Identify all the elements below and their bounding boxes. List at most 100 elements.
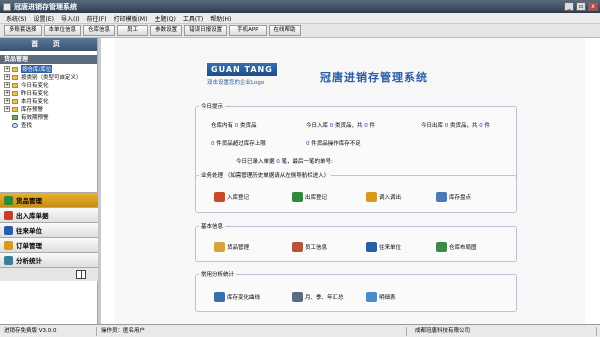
- module-inout-docs[interactable]: 出入库单据: [0, 207, 98, 222]
- info-unit: 类货品: [240, 123, 257, 129]
- company-logo[interactable]: GUAN TANG 双击设置您的企业Logo: [207, 63, 287, 93]
- expand-icon[interactable]: +: [4, 106, 10, 112]
- expand-icon[interactable]: +: [4, 98, 10, 104]
- tree-item-stock-warning[interactable]: + 库存预警: [0, 105, 97, 113]
- window-controls: _ ▫ x: [564, 2, 598, 11]
- tree-item-today-changes[interactable]: + 今日有变化: [0, 81, 97, 89]
- warehouse-info-button[interactable]: 仓库信息: [83, 25, 116, 36]
- stocktake-button[interactable]: 库存盘点: [436, 192, 471, 202]
- info-unit: 笔，最后一笔的单号:: [281, 159, 333, 165]
- module-analysis[interactable]: 分析统计: [0, 252, 98, 267]
- action-label: 月、季、年汇总: [305, 295, 344, 301]
- goods-icon: [4, 195, 13, 205]
- toolbar: 多账套选择 本单位信息 仓库信息 员工 参数设置 错误日报设置 手机APP 在线…: [0, 24, 600, 38]
- accordion-footer: [0, 267, 98, 281]
- list-icon: [292, 292, 303, 302]
- folder-icon: [12, 106, 18, 112]
- expand-icon[interactable]: +: [4, 66, 10, 72]
- expand-icon[interactable]: +: [4, 90, 10, 96]
- tree-item-by-warehouse[interactable]: + 按仓库/库位: [0, 65, 97, 73]
- search-icon: [12, 122, 18, 128]
- transfer-icon: [366, 192, 377, 202]
- tree-item-label: 查找: [21, 123, 33, 129]
- tree-item-search[interactable]: 查找: [0, 121, 97, 129]
- stocktake-icon: [436, 192, 447, 202]
- dashboard: GUAN TANG 双击设置您的企业Logo 冠唐进销存管理系统 今日提示 仓库…: [115, 38, 585, 324]
- documents-icon: [4, 210, 13, 220]
- module-label: 出入库单据: [16, 212, 49, 220]
- menu-goto[interactable]: 前往(F): [86, 14, 106, 23]
- menu-settings[interactable]: 设置(E): [34, 14, 54, 23]
- restore-button[interactable]: ▫: [576, 2, 586, 11]
- module-partners[interactable]: 往来单位: [0, 222, 98, 237]
- staff-info-button[interactable]: 员工信息: [292, 242, 327, 252]
- info-unit: 件: [369, 123, 376, 129]
- menu-tools[interactable]: 工具(T): [183, 14, 203, 23]
- grid-view-icon[interactable]: [76, 270, 86, 279]
- period-summary-button[interactable]: 月、季、年汇总: [292, 292, 344, 302]
- tree-item-yesterday-changes[interactable]: + 昨日有变化: [0, 89, 97, 97]
- expand-icon[interactable]: +: [4, 74, 10, 80]
- window-title: 冠唐进销存管理系统: [14, 2, 77, 11]
- tree-item-label: 今日有变化: [21, 83, 49, 89]
- over-limit-row[interactable]: 0 件货品超过库存上限: [211, 139, 266, 147]
- transfer-button[interactable]: 调入调出: [366, 192, 401, 202]
- company-info-button[interactable]: 本单位信息: [43, 25, 82, 36]
- warehouse-layout-button[interactable]: 仓库布局图: [436, 242, 477, 252]
- module-label: 分析统计: [16, 257, 42, 265]
- partners-button[interactable]: 往来单位: [366, 242, 401, 252]
- menu-help[interactable]: 帮助(H): [210, 14, 231, 23]
- outbound-register-button[interactable]: 出库登记: [292, 192, 327, 202]
- menu-system[interactable]: 系统(S): [6, 14, 27, 23]
- home-tab[interactable]: 首 页: [0, 38, 97, 51]
- inbound-register-button[interactable]: 入库登记: [214, 192, 249, 202]
- menu-print-template[interactable]: 打印模板(M): [114, 14, 148, 23]
- online-help-button[interactable]: 在线帮助: [268, 25, 301, 36]
- under-stock-row[interactable]: 0 件货品操作库存不足: [306, 139, 361, 147]
- outbound-item-count: 0: [479, 123, 483, 129]
- staff-button[interactable]: 员工: [117, 25, 149, 36]
- tree-item-label: 昨日有变化: [21, 91, 49, 97]
- tree-item-label: 本月有变化: [21, 99, 49, 105]
- module-accordion: 货品管理 出入库单据 往来单位 订单管理 分析统计: [0, 192, 98, 281]
- tree-item-expiry-warning[interactable]: 有效期预警: [0, 113, 97, 121]
- menu-bar: 系统(S) 设置(E) 导入(I) 前往(F) 打印模板(M) 主题(Q) 工具…: [0, 13, 600, 24]
- outbound-category-count: 0: [444, 123, 449, 129]
- folder-icon: [12, 98, 18, 104]
- close-button[interactable]: x: [588, 2, 598, 11]
- info-label: 仓库内有: [211, 123, 234, 129]
- parameters-button[interactable]: 参数设置: [150, 25, 183, 36]
- action-label: 库存变化曲线: [227, 295, 261, 301]
- action-label: 明细表: [379, 295, 396, 301]
- account-set-button[interactable]: 多账套选择: [4, 25, 42, 36]
- tree-item-by-category[interactable]: + 按类别（类型可自定义）: [0, 73, 97, 81]
- menu-import[interactable]: 导入(I): [61, 14, 79, 23]
- menu-theme[interactable]: 主题(Q): [154, 14, 175, 23]
- info-unit: 件: [484, 123, 491, 129]
- inbound-item-count: 0: [364, 123, 368, 129]
- expand-icon[interactable]: +: [4, 82, 10, 88]
- module-orders[interactable]: 订单管理: [0, 237, 98, 252]
- over-limit-count: 0: [211, 141, 215, 147]
- module-label: 往来单位: [16, 227, 42, 235]
- folder-icon: [12, 82, 18, 88]
- action-label: 仓库布局图: [449, 245, 477, 251]
- detail-table-button[interactable]: 明细表: [366, 292, 396, 302]
- error-report-button[interactable]: 错误日报设置: [184, 25, 228, 36]
- analysis-icon: [4, 255, 13, 265]
- table-icon: [366, 292, 377, 302]
- tree-item-label: 按仓库/库位: [21, 65, 53, 73]
- group-title: 基本信息: [199, 222, 226, 230]
- info-unit: 件货品超过库存上限: [216, 141, 266, 147]
- module-goods[interactable]: 货品管理: [0, 192, 98, 207]
- logo-wordmark: GUAN TANG: [207, 63, 277, 76]
- today-outbound-row: 今日出库 0 类货品，共 0 件: [421, 121, 490, 129]
- mobile-app-button[interactable]: 手机APP: [229, 25, 267, 36]
- sidebar: 首 页 货品管理 + 按仓库/库位 + 按类别（类型可自定义） + 今日有变化 …: [0, 38, 98, 324]
- tree-item-label: 库存预警: [21, 107, 44, 113]
- stock-curve-button[interactable]: 库存变化曲线: [214, 292, 260, 302]
- goods-management-button[interactable]: 货品管理: [214, 242, 249, 252]
- minimize-button[interactable]: _: [564, 2, 574, 11]
- tree-item-month-changes[interactable]: + 本月有变化: [0, 97, 97, 105]
- action-label: 出库登记: [305, 195, 328, 201]
